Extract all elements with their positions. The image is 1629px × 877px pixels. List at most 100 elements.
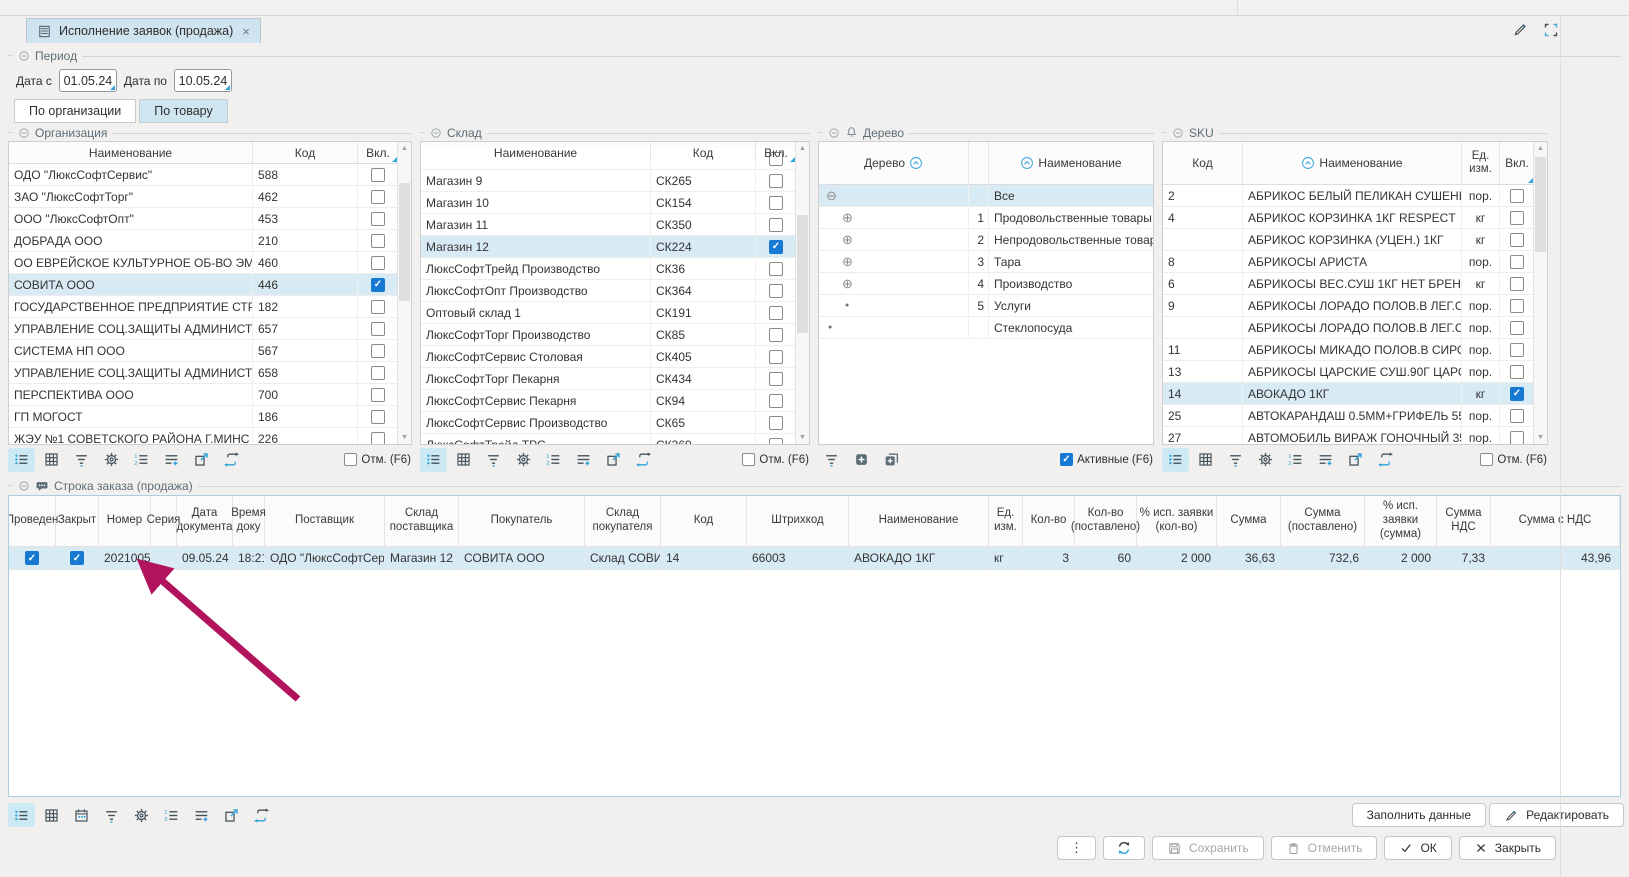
- order-column-header[interactable]: Проведен: [9, 496, 56, 546]
- scroll-up-icon[interactable]: ▲: [401, 142, 408, 155]
- order-column-header[interactable]: Поставщик: [265, 496, 385, 546]
- sklad-scrollbar[interactable]: ▲ ▼: [795, 142, 809, 444]
- order-column-header[interactable]: Кол-во: [1023, 496, 1075, 546]
- tab-by-product[interactable]: По товару: [139, 99, 227, 123]
- grid-view-icon[interactable]: [1192, 448, 1219, 472]
- add-rows-icon[interactable]: [188, 803, 215, 827]
- sku-row-checkbox[interactable]: [1510, 387, 1524, 401]
- order-closed-checkbox[interactable]: [70, 551, 84, 565]
- sklad-row[interactable]: ЛюксСофтСервис Столовая СК405: [421, 346, 796, 368]
- sku-row-checkbox[interactable]: [1510, 431, 1524, 445]
- org-col-name[interactable]: Наименование: [9, 142, 253, 163]
- tree-col-name[interactable]: Наименование: [989, 142, 1153, 184]
- order-column-header[interactable]: Склад покупателя: [585, 496, 661, 546]
- sklad-row[interactable]: ЛюксСофтСервис Производство СК65: [421, 412, 796, 434]
- sklad-row[interactable]: ЛюксСофтТрейд ТРС СК369: [421, 434, 796, 444]
- org-col-vkl[interactable]: Вкл.: [358, 142, 398, 163]
- sklad-row[interactable]: ЛюксСофтТрейд Производство СК36: [421, 258, 796, 280]
- sklad-row-checkbox[interactable]: [769, 174, 783, 188]
- org-otm-checkbox[interactable]: [344, 453, 357, 466]
- grid-view-icon[interactable]: [38, 803, 65, 827]
- tab-by-organization[interactable]: По организации: [14, 99, 136, 123]
- org-row-checkbox[interactable]: [371, 234, 385, 248]
- scroll-thumb[interactable]: [1535, 157, 1546, 252]
- collapse-icon[interactable]: [828, 127, 840, 139]
- order-column-header[interactable]: Ед. изм.: [989, 496, 1023, 546]
- sku-row[interactable]: АБРИКОС КОРЗИНКА (УЦЕН.) 1КГ кг: [1163, 229, 1534, 251]
- sklad-col-code[interactable]: Код: [651, 142, 756, 163]
- close-button[interactable]: Закрыть: [1459, 836, 1556, 860]
- sklad-row-checkbox[interactable]: [769, 438, 783, 445]
- open-external-icon[interactable]: [600, 448, 627, 472]
- sklad-row[interactable]: ЛюксСофтТорг Пекарня СК434: [421, 368, 796, 390]
- scroll-down-icon[interactable]: ▼: [401, 431, 408, 444]
- order-column-header[interactable]: Склад поставщика: [385, 496, 459, 546]
- sklad-row[interactable]: Магазин 12 СК224: [421, 236, 796, 258]
- collapse-icon[interactable]: [18, 50, 30, 62]
- org-row-checkbox[interactable]: [371, 190, 385, 204]
- date-from-input[interactable]: 01.05.24: [59, 69, 117, 92]
- tab-execution-orders[interactable]: Исполнение заявок (продажа) ×: [26, 18, 261, 43]
- ok-button[interactable]: ОК: [1384, 836, 1451, 860]
- sklad-row-checkbox[interactable]: [769, 394, 783, 408]
- order-column-header[interactable]: Покупатель: [459, 496, 585, 546]
- sklad-col-name[interactable]: Наименование: [421, 142, 651, 163]
- sklad-row[interactable]: Магазин 10 СК154: [421, 192, 796, 214]
- refresh-button[interactable]: [1103, 836, 1145, 860]
- order-column-header[interactable]: Дата документа: [177, 496, 233, 546]
- sklad-row-checkbox[interactable]: [769, 262, 783, 276]
- org-row[interactable]: ОО ЕВРЕЙСКОЕ КУЛЬТУРНОЕ ОБ-ВО ЭМУ 460: [9, 252, 398, 274]
- order-column-header[interactable]: Кол-во (поставлено): [1075, 496, 1137, 546]
- filter-icon[interactable]: [1222, 448, 1249, 472]
- order-column-header[interactable]: Серия: [151, 496, 177, 546]
- sku-row[interactable]: 9 АБРИКОСЫ ЛОРАДО ПОЛОВ.В ЛЕГ.СИР. 4 пор…: [1163, 295, 1534, 317]
- org-row-checkbox[interactable]: [371, 256, 385, 270]
- filter-icon[interactable]: [818, 448, 845, 472]
- order-column-header[interactable]: Сумма НДС: [1437, 496, 1491, 546]
- tree-node-icon[interactable]: [824, 210, 853, 226]
- sku-row[interactable]: 2 АБРИКОС БЕЛЫЙ ПЕЛИКАН СУШЕНЫЙ 20 пор.: [1163, 185, 1534, 207]
- fullscreen-expand-icon[interactable]: [1543, 22, 1559, 38]
- org-row[interactable]: ГП МОГОСТ 186: [9, 406, 398, 428]
- tree-row[interactable]: 5 Услуги: [819, 295, 1153, 317]
- org-row[interactable]: УПРАВЛЕНИЕ СОЦ.ЗАЩИТЫ АДМИНИСТ 658: [9, 362, 398, 384]
- list-view-icon[interactable]: [420, 448, 447, 472]
- sku-otm-checkbox[interactable]: [1480, 453, 1493, 466]
- sku-row[interactable]: 8 АБРИКОСЫ АРИСТА пор.: [1163, 251, 1534, 273]
- sklad-row[interactable]: Магазин 9 СК265: [421, 170, 796, 192]
- numbered-list-icon[interactable]: [540, 448, 567, 472]
- org-row-checkbox[interactable]: [371, 344, 385, 358]
- sku-scrollbar[interactable]: ▲ ▼: [1533, 142, 1547, 444]
- sklad-otm-checkbox[interactable]: [742, 453, 755, 466]
- org-row[interactable]: ДОБРАДА ООО 210: [9, 230, 398, 252]
- sklad-row-checkbox[interactable]: [769, 218, 783, 232]
- org-row[interactable]: ОДО "ЛюксСофтСервис" 588: [9, 164, 398, 186]
- org-row[interactable]: ПЕРСПЕКТИВА ООО 700: [9, 384, 398, 406]
- order-column-header[interactable]: Закрыт: [56, 496, 99, 546]
- sku-row[interactable]: 6 АБРИКОСЫ ВЕС.СУШ 1КГ НЕТ БРЕНДА кг: [1163, 273, 1534, 295]
- org-row[interactable]: УПРАВЛЕНИЕ СОЦ.ЗАЩИТЫ АДМИНИСТ 657: [9, 318, 398, 340]
- add-rows-icon[interactable]: [570, 448, 597, 472]
- order-column-header[interactable]: % исп. заявки (сумма): [1365, 496, 1437, 546]
- org-row-checkbox[interactable]: [371, 410, 385, 424]
- sku-row-checkbox[interactable]: [1510, 409, 1524, 423]
- filter-icon[interactable]: [68, 448, 95, 472]
- sku-row-checkbox[interactable]: [1510, 299, 1524, 313]
- order-column-header[interactable]: Код: [661, 496, 747, 546]
- org-row-checkbox[interactable]: [371, 300, 385, 314]
- order-column-header[interactable]: Время доку: [233, 496, 265, 546]
- gear-icon[interactable]: [128, 803, 155, 827]
- scroll-down-icon[interactable]: ▼: [1537, 431, 1544, 444]
- org-row-checkbox[interactable]: [371, 388, 385, 402]
- save-button[interactable]: Сохранить: [1152, 836, 1264, 860]
- org-row-checkbox[interactable]: [371, 168, 385, 182]
- list-view-icon[interactable]: [8, 448, 35, 472]
- sklad-row[interactable]: ЛюксСофтОпт Производство СК364: [421, 280, 796, 302]
- add-nodes-icon[interactable]: [878, 448, 905, 472]
- org-row-checkbox[interactable]: [371, 366, 385, 380]
- edit-button[interactable]: Редактировать: [1489, 803, 1624, 827]
- sku-row-checkbox[interactable]: [1510, 189, 1524, 203]
- sku-row-checkbox[interactable]: [1510, 321, 1524, 335]
- sklad-row-checkbox[interactable]: [769, 306, 783, 320]
- sku-row-checkbox[interactable]: [1510, 277, 1524, 291]
